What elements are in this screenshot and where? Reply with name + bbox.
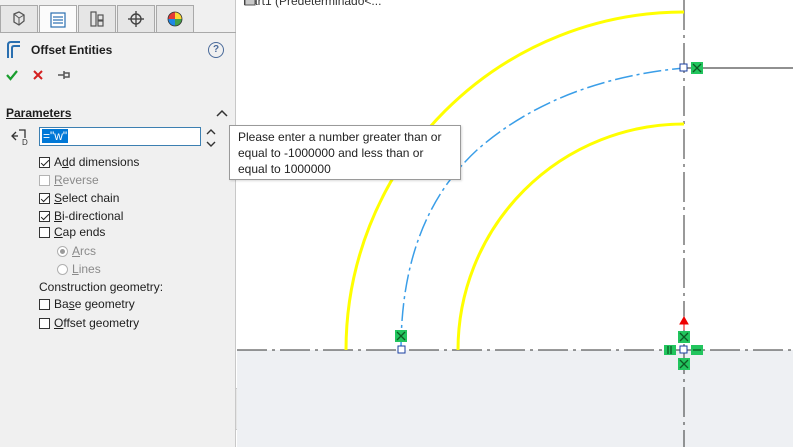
cancel-button[interactable] <box>30 68 46 84</box>
ok-button[interactable] <box>4 68 20 84</box>
origin-arrow-icon <box>679 315 689 330</box>
tab-property-manager[interactable] <box>39 5 77 33</box>
outer-offset-arc <box>344 10 685 351</box>
bi-directional-option[interactable]: Bi-directional <box>39 208 123 224</box>
cap-ends-label: Cap ends <box>54 225 106 239</box>
offset-entities-icon <box>7 41 20 58</box>
property-manager-icon <box>50 11 66 28</box>
manager-tabs <box>0 5 195 33</box>
base-geometry-option[interactable]: Base geometry <box>39 296 135 312</box>
arcs-option: Arcs <box>57 243 96 259</box>
graphics-area[interactable]: Part1 (Predeterminado<... <box>237 0 793 447</box>
close-icon <box>33 70 43 80</box>
construction-geometry-label: Construction geometry: <box>39 280 164 294</box>
offset-geometry-option[interactable]: Offset geometry <box>39 315 139 331</box>
svg-text:D: D <box>22 138 28 146</box>
distance-value: ="w" <box>42 129 69 143</box>
spin-down-icon <box>206 141 216 147</box>
relation-marker-top <box>691 62 703 74</box>
chevron-up-icon[interactable] <box>216 108 228 118</box>
offset-distance-input[interactable]: ="w" <box>39 127 201 146</box>
tab-feature-manager[interactable] <box>0 5 38 32</box>
arcs-label: Arcs <box>72 244 97 258</box>
property-manager-panel: Offset Entities ? Parameters D ="w" Add … <box>0 0 236 447</box>
reverse-option: Reverse <box>39 172 99 188</box>
lines-radio <box>57 263 68 275</box>
action-buttons <box>4 68 72 86</box>
select-chain-checkbox[interactable] <box>39 192 50 204</box>
select-chain-label: Select chain <box>54 191 120 205</box>
offset-geometry-label: Offset geometry <box>54 316 140 330</box>
arc-endpoint-top[interactable] <box>679 63 688 72</box>
add-dimensions-option[interactable]: Add dimensions <box>39 154 139 170</box>
add-dimensions-checkbox[interactable] <box>39 156 50 168</box>
parameters-section-header[interactable]: Parameters <box>6 106 230 122</box>
cap-ends-option[interactable]: Cap ends <box>39 224 105 240</box>
part-label: Part1 (Predeterminado<... <box>243 0 382 8</box>
input-tooltip: Please enter a number greater than or eq… <box>229 125 461 180</box>
tab-dimxpert-manager[interactable] <box>117 5 155 32</box>
checkmark-icon <box>6 70 18 81</box>
relation-marker-bottom <box>395 330 407 342</box>
feature-manager-icon <box>13 11 25 26</box>
lines-label: Lines <box>72 262 101 276</box>
select-chain-option[interactable]: Select chain <box>39 190 119 206</box>
reverse-checkbox <box>39 174 50 186</box>
inner-offset-arc <box>456 122 685 351</box>
configuration-manager-icon <box>90 11 104 27</box>
section-title: Parameters <box>6 106 72 120</box>
base-geometry-label: Base geometry <box>54 297 135 311</box>
offset-distance-icon: D <box>11 129 28 146</box>
arc-endpoint-bottom[interactable] <box>397 345 406 354</box>
sketch-canvas[interactable] <box>237 0 793 447</box>
help-icon[interactable]: ? <box>208 42 224 58</box>
pushpin-button[interactable] <box>56 68 72 84</box>
bi-directional-checkbox[interactable] <box>39 210 50 222</box>
lines-option: Lines <box>57 261 101 277</box>
feature-title-row: Offset Entities ? <box>6 40 230 62</box>
pushpin-icon <box>58 71 70 79</box>
reverse-label: Reverse <box>54 173 99 187</box>
feature-title: Offset Entities <box>31 43 113 57</box>
distance-spinner[interactable] <box>205 127 217 149</box>
base-geometry-checkbox[interactable] <box>39 298 50 310</box>
bi-directional-label: Bi-directional <box>54 209 124 223</box>
arcs-radio <box>57 245 68 257</box>
spin-up-icon <box>206 129 216 135</box>
tab-display-manager[interactable] <box>156 5 194 32</box>
offset-geometry-checkbox[interactable] <box>39 317 50 329</box>
display-manager-icon <box>167 11 183 27</box>
dimxpert-icon <box>128 11 144 27</box>
sketch-arc <box>400 67 685 351</box>
tab-configuration-manager[interactable] <box>78 5 116 32</box>
tabs-divider <box>0 32 236 33</box>
origin-point[interactable] <box>679 345 688 354</box>
add-dimensions-label: Add dimensions <box>54 155 140 169</box>
feature-tree-flyout[interactable]: Part1 (Predeterminado<... <box>243 0 381 8</box>
cap-ends-checkbox[interactable] <box>39 226 50 238</box>
part-icon <box>244 0 256 6</box>
lower-region <box>237 350 793 447</box>
